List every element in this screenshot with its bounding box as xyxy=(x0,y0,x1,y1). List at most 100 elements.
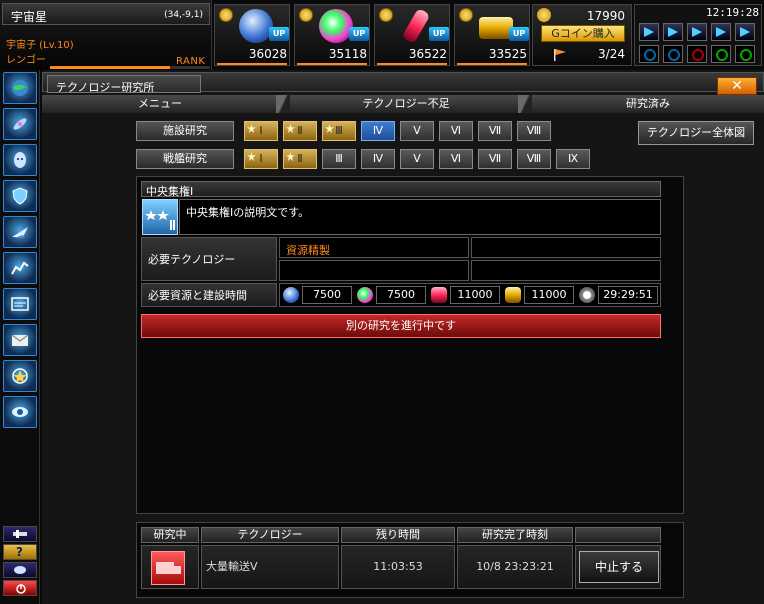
sidebar-item-profile[interactable] xyxy=(3,144,37,176)
gold-bars-icon xyxy=(505,287,521,303)
tactics-level-6-button[interactable]: Ⅵ xyxy=(439,149,473,169)
queue-header-action xyxy=(575,527,661,543)
level-label: Ⅰ xyxy=(259,152,263,165)
toggle-icon xyxy=(14,566,26,574)
tab-tech-missing[interactable]: テクノロジー不足 xyxy=(290,95,522,113)
energy-orb-icon xyxy=(357,287,373,303)
facility-level-2-button[interactable]: Ⅱ xyxy=(283,121,317,141)
facility-level-1-button[interactable]: Ⅰ xyxy=(244,121,278,141)
tactics-level-5-button[interactable]: Ⅴ xyxy=(400,149,434,169)
player-rank-name: レンゴー xyxy=(6,55,46,66)
resource-gold[interactable]: UP 33525 xyxy=(454,4,530,66)
star-rank-icon xyxy=(145,210,175,230)
upgrade-button[interactable]: UP xyxy=(509,27,529,41)
close-button[interactable]: ✕ xyxy=(717,77,757,95)
quick-slot-button-3[interactable] xyxy=(687,45,707,63)
fleet-count: 3/24 xyxy=(598,47,625,61)
upgrade-button[interactable]: UP xyxy=(429,27,449,41)
quick-teleport-button-3[interactable] xyxy=(687,23,707,41)
power-button[interactable] xyxy=(3,580,37,596)
resource-energy[interactable]: UP 35118 xyxy=(294,4,370,66)
tactics-level-1-button[interactable]: Ⅰ xyxy=(244,149,278,169)
planet-name-bar[interactable]: 宇宙星 (34,-9,1) xyxy=(2,3,210,25)
sidebar-item-mail[interactable] xyxy=(3,324,37,356)
tactics-level-8-button[interactable]: Ⅷ xyxy=(517,149,551,169)
gold-bars-icon xyxy=(479,17,513,39)
quick-teleport-button-1[interactable] xyxy=(639,23,659,41)
facility-level-4-button[interactable]: Ⅳ xyxy=(361,121,395,141)
fleet-flag-icon xyxy=(554,49,566,61)
quick-slot-button-1[interactable] xyxy=(639,45,659,63)
level-label: Ⅱ xyxy=(297,124,303,137)
shield-icon xyxy=(12,187,28,205)
resource-bar xyxy=(457,63,527,65)
settings-button[interactable] xyxy=(3,526,37,542)
build-time: 29:29:51 xyxy=(598,286,658,304)
facility-level-5-button[interactable]: Ⅴ xyxy=(400,121,434,141)
quick-slot-button-2[interactable] xyxy=(663,45,683,63)
tactics-level-7-button[interactable]: Ⅶ xyxy=(478,149,512,169)
level-label: Ⅸ xyxy=(567,152,579,165)
sidebar-item-alliance[interactable] xyxy=(3,360,37,392)
resource-slot-icon xyxy=(219,8,233,22)
quick-slot-button-5[interactable] xyxy=(735,45,755,63)
facility-level-8-button[interactable]: Ⅷ xyxy=(517,121,551,141)
ring-icon xyxy=(668,49,680,61)
resource-capsule[interactable]: UP 36522 xyxy=(374,4,450,66)
quick-slot-button-4[interactable] xyxy=(711,45,731,63)
star-icon xyxy=(286,124,295,133)
resource-value: 33525 xyxy=(488,47,527,61)
gcoin-icon xyxy=(537,8,551,22)
level-label: Ⅱ xyxy=(297,152,303,165)
tactics-level-2-button[interactable]: Ⅱ xyxy=(283,149,317,169)
sidebar-item-galaxy[interactable] xyxy=(3,108,37,140)
level-label: Ⅴ xyxy=(413,124,421,137)
resource-bar xyxy=(217,63,287,65)
quick-teleport-button-2[interactable] xyxy=(663,23,683,41)
logout-toggle-button[interactable] xyxy=(3,562,37,578)
tech-stars-icon xyxy=(142,199,178,235)
window-title-tab: テクノロジー研究所 xyxy=(47,75,201,94)
tactics-level-4-button[interactable]: Ⅳ xyxy=(361,149,395,169)
cancel-research-button[interactable]: 中止する xyxy=(579,551,659,583)
facility-level-7-button[interactable]: Ⅶ xyxy=(478,121,512,141)
upgrade-button[interactable]: UP xyxy=(269,27,289,41)
tactics-level-3-button[interactable]: Ⅲ xyxy=(322,149,356,169)
tab-menu[interactable]: メニュー xyxy=(42,95,278,113)
buy-gcoin-button[interactable]: Gコイン購入 xyxy=(541,25,625,42)
tab-separator xyxy=(518,95,532,113)
tactics-level-9-button[interactable]: Ⅸ xyxy=(556,149,590,169)
quick-teleport-button-5[interactable] xyxy=(735,23,755,41)
window-title: テクノロジー研究所 xyxy=(56,81,155,94)
tech-overview-button[interactable]: テクノロジー全体図 xyxy=(638,121,754,145)
upgrade-button[interactable]: UP xyxy=(349,27,369,41)
energy-orb-icon xyxy=(319,9,353,43)
facility-level-6-button[interactable]: Ⅵ xyxy=(439,121,473,141)
sidebar-item-defense[interactable] xyxy=(3,180,37,212)
sidebar-item-research[interactable] xyxy=(3,396,37,428)
rank-progress-bar xyxy=(50,66,210,69)
sidebar-item-statistics[interactable] xyxy=(3,252,37,284)
queue-tech-name: 大量輸送Ⅴ xyxy=(201,545,339,589)
help-button[interactable]: ? xyxy=(3,544,37,560)
queue-header-tech: テクノロジー xyxy=(201,527,339,543)
mail-icon xyxy=(11,334,29,346)
star-icon xyxy=(286,152,295,161)
sidebar-item-planet[interactable] xyxy=(3,72,37,104)
facility-level-3-button[interactable]: Ⅲ xyxy=(322,121,356,141)
sidebar-item-fleet[interactable] xyxy=(3,216,37,248)
arrow-icon xyxy=(716,27,726,37)
tech-title: 中央集権Ⅰ xyxy=(146,185,194,198)
quick-teleport-button-4[interactable] xyxy=(711,23,731,41)
required-tech-cell-1: 資源精製 xyxy=(279,237,469,258)
cost-crystal: 7500 xyxy=(302,286,352,304)
level-label: Ⅰ xyxy=(259,124,263,137)
resource-crystal[interactable]: UP 36028 xyxy=(214,4,290,66)
sidebar-item-network[interactable] xyxy=(3,288,37,320)
emblem-icon xyxy=(12,368,28,384)
required-tech-name[interactable]: 資源精製 xyxy=(286,242,330,258)
tab-researched[interactable]: 研究済み xyxy=(532,95,764,113)
arrow-icon xyxy=(668,27,678,37)
capsule-icon xyxy=(431,287,447,303)
arrow-icon xyxy=(740,27,750,37)
